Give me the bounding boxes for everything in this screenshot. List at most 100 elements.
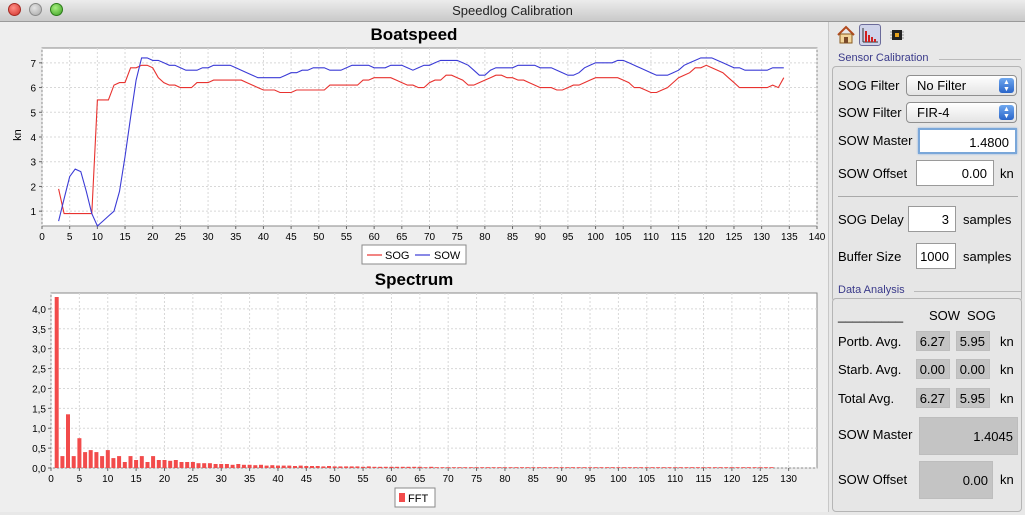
sow-filter-select[interactable]: FIR-4 ▲ ▼ [906,102,1017,123]
chip-toolbar-button[interactable] [886,24,908,46]
spectrum-x-tick-label: 10 [102,474,114,485]
fft-bar [457,467,462,468]
fft-bar [151,456,156,468]
boatspeed-x-tick-label: 40 [258,232,270,243]
analysis-sow-offset-unit: kn [1000,472,1014,487]
boatspeed-x-tick-label: 140 [809,232,826,243]
fft-bar [230,464,235,468]
sog-filter-select[interactable]: No Filter ▲ ▼ [906,75,1017,96]
boatspeed-x-tick-label: 35 [230,232,242,243]
fft-bar [599,467,604,468]
boatspeed-x-tick-label: 65 [396,232,408,243]
sensor-calibration-title-line [939,59,1021,60]
fft-bar [395,466,400,468]
boatspeed-chart: Boatspeed 0 5 10 15 20 25 30 35 40 45 50 55 60 65 70 75… [12,25,826,265]
fft-bar [145,462,150,468]
chart-icon [862,28,878,43]
fft-bar [139,456,144,468]
spectrum-x-tick-label: 65 [414,474,426,485]
boatspeed-x-tick-label: 125 [726,232,743,243]
fft-bar [741,467,746,468]
boatspeed-x-tick-label: 10 [92,232,104,243]
fft-bar [304,466,309,468]
total-avg-unit: kn [1000,391,1014,406]
sow-master-input[interactable]: 1.4800 [918,128,1017,154]
spectrum-y-tick-label: 1,0 [32,424,46,435]
sensor-calibration-title: Sensor Calibration [838,52,929,64]
chart-toolbar-button[interactable] [859,24,881,46]
fft-bar [593,467,598,468]
sog-filter-arrows-icon: ▲ ▼ [999,78,1014,93]
boatspeed-x-ticks: 0 5 10 15 20 25 30 35 40 45 50 55 60 65 70 75 80 85 90 95 10… [39,226,826,243]
fft-bar [315,466,320,468]
fft-bar [287,465,292,468]
fft-bar [639,467,644,468]
sow-offset-unit: kn [1000,166,1014,181]
spectrum-x-tick-label: 100 [610,474,627,485]
fft-bar [355,466,360,468]
spectrum-x-tick-label: 125 [752,474,769,485]
sog-filter-value: No Filter [917,78,967,93]
buffer-size-unit: samples [963,249,1012,264]
fft-bar [179,462,184,468]
spectrum-x-tick-label: 0 [48,474,54,485]
fft-bar [259,464,263,468]
home-toolbar-button[interactable] [835,24,857,46]
fft-bar [746,467,751,468]
fft-bar [400,466,405,468]
spectrum-x-tick-label: 95 [584,474,596,485]
sog-delay-input[interactable]: 3 [908,206,956,232]
spectrum-x-tick-label: 20 [159,474,171,485]
spectrum-y-tick-label: 0,5 [32,444,46,455]
spectrum-x-tick-label: 15 [131,474,143,485]
fft-bar [213,464,218,468]
sog-delay-label: SOG Delay [838,212,904,227]
analysis-sow-offset-label: SOW Offset [838,472,908,487]
buffer-size-input[interactable]: 1000 [916,243,956,269]
spectrum-x-tick-label: 55 [358,474,370,485]
fft-bar [190,462,195,468]
fft-bar [554,467,558,468]
fft-bar [111,458,116,468]
fft-bar [321,466,326,468]
boatspeed-x-tick-label: 75 [452,232,464,243]
boatspeed-x-tick-label: 85 [507,232,519,243]
spectrum-x-tick-label: 110 [667,474,683,485]
spectrum-x-tick-label: 130 [780,474,797,485]
boatspeed-x-tick-label: 55 [341,232,353,243]
fft-bar [650,467,655,468]
fft-bar [66,414,70,468]
sow-master-label: SOW Master [838,133,913,148]
fft-bar [537,467,541,468]
sow-filter-arrows-icon: ▲ ▼ [999,105,1014,120]
spectrum-x-tick-label: 120 [724,474,741,485]
spectrum-title: Spectrum [375,270,453,289]
fft-bar [678,467,683,468]
spectrum-x-ticks: 0 5 10 15 20 25 30 35 40 45 50 55 60 65 70 75 80 85 90 95 10… [48,468,797,485]
fft-bar [684,467,689,468]
sow-offset-input[interactable]: 0.00 [916,160,994,186]
analysis-col-sog: SOG [967,308,996,323]
portb-avg-label: Portb. Avg. [838,334,902,349]
fft-bar [247,464,252,468]
window-titlebar[interactable]: Speedlog Calibration [0,0,1025,22]
fft-bar [673,467,678,468]
spectrum-y-tick-label: 3,5 [32,325,46,336]
sow-filter-label: SOW Filter [838,105,902,120]
starb-avg-unit: kn [1000,362,1014,377]
chip-icon [890,30,904,40]
analysis-col-sow: SOW [929,308,961,323]
portb-avg-unit: kn [1000,334,1014,349]
analysis-sow-master-label: SOW Master [838,427,913,442]
charts-svg: Boatspeed 0 5 10 15 20 25 30 35 40 45 50 55 60 65 70 75… [12,25,826,508]
spectrum-y-ticks: 0,0 0,5 1,0 1,5 2,0 2,5 3,0 3,5 4,0 [32,305,51,475]
fft-bar [695,467,700,468]
fft-bar [712,467,717,468]
analysis-sow-master-value: 1.4045 [919,417,1018,455]
boatspeed-x-tick-label: 135 [781,232,798,243]
fft-bar [576,467,581,468]
fft-bar [332,466,337,468]
boatspeed-y-axis-label: kn [12,129,24,141]
fft-bar [571,467,575,468]
fft-bar [463,467,468,468]
